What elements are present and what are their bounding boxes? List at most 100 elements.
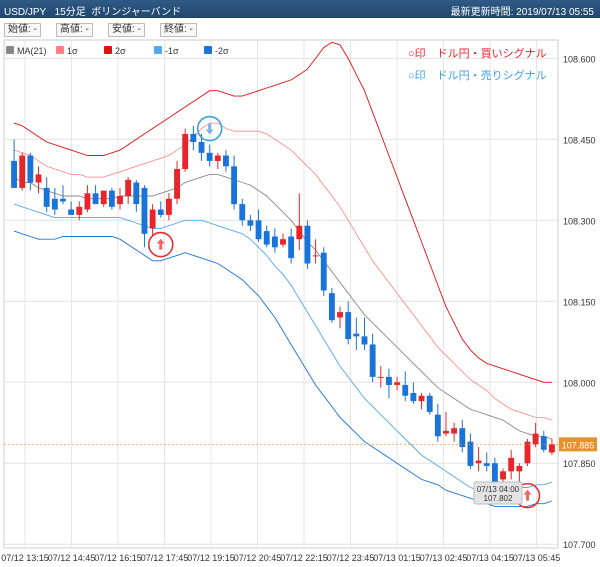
candle-body <box>100 190 107 205</box>
x-tick-label: 07/12 22:15 <box>280 553 328 563</box>
chart-svg: 108.600 108.450 108.300 108.150 108.000 107.8… <box>1 39 597 563</box>
candle-body <box>394 382 401 385</box>
candle-body <box>206 152 213 161</box>
candle-body <box>532 433 539 445</box>
candle-body <box>328 293 335 321</box>
candle-body <box>443 430 449 434</box>
candle-body <box>377 376 384 378</box>
x-tick-label: 07/13 04:15 <box>466 553 514 563</box>
candle-body <box>296 225 303 240</box>
cursor-time: 07/13 04:00 <box>477 485 520 494</box>
candle-body <box>68 209 75 215</box>
legend-label: -2σ <box>215 46 229 56</box>
candle-body <box>141 187 148 234</box>
legend-swatch <box>154 46 162 54</box>
candle-body <box>27 155 34 183</box>
candle-body <box>304 225 311 264</box>
candle-body <box>524 441 531 464</box>
legend-label: MA(21) <box>17 46 47 56</box>
candle-body <box>508 457 515 472</box>
legend-label: 2σ <box>115 46 126 56</box>
x-tick-label: 07/12 23:45 <box>327 553 375 563</box>
x-tick-label: 07/12 13:15 <box>1 553 49 563</box>
x-tick-label: 07/12 20:45 <box>234 553 282 563</box>
candle-body <box>500 471 506 480</box>
cursor-price: 107.802 <box>484 494 513 503</box>
candle-body <box>117 196 123 205</box>
candle-body <box>11 160 18 188</box>
candle-body <box>451 428 458 434</box>
candle-body <box>386 376 392 385</box>
candle-body <box>149 209 156 229</box>
y-tick-label: 107.850 <box>563 459 596 469</box>
plot-area <box>3 39 559 549</box>
candle-body <box>198 142 205 153</box>
candle-body <box>239 204 246 221</box>
candle-body <box>125 179 132 197</box>
y-tick-label: 108.600 <box>563 54 596 64</box>
candle-body <box>174 169 180 199</box>
candle-body <box>43 187 50 207</box>
candle-body <box>60 198 66 202</box>
y-tick-label: 108.000 <box>563 378 596 388</box>
y-tick-label: 108.150 <box>563 297 596 307</box>
buy-signal-legend: ○印 ドル円・買いシグナル <box>408 46 547 60</box>
candle-body <box>51 198 58 210</box>
x-tick-label: 07/13 05:45 <box>513 553 561 563</box>
candle-body <box>190 133 197 143</box>
sell-signal-legend: ○印 ドル円・売りシグナル <box>408 68 547 82</box>
x-tick-label: 07/13 02:45 <box>420 553 468 563</box>
candle-body <box>223 155 229 167</box>
candle-body <box>418 395 425 402</box>
candle-body <box>231 166 238 205</box>
candle-body <box>92 193 99 205</box>
candle-body <box>108 190 115 207</box>
candle-body <box>337 312 343 318</box>
legend-swatch <box>204 46 212 54</box>
candle-body <box>255 220 262 240</box>
candle-body <box>361 336 368 345</box>
candle-body <box>263 231 270 245</box>
candle-body <box>353 333 360 337</box>
y-tick-label: 107.700 <box>563 540 596 550</box>
x-tick-label: 07/12 14:45 <box>48 553 96 563</box>
candle-body <box>35 174 42 183</box>
y-tick-label: 108.450 <box>563 135 596 145</box>
candle-body <box>426 395 433 412</box>
candle-body <box>157 209 164 215</box>
x-tick-label: 07/12 19:15 <box>187 553 235 563</box>
candle-body <box>247 220 254 226</box>
candle-body <box>312 255 319 257</box>
candle-body <box>271 236 278 248</box>
x-tick-label: 07/12 17:45 <box>141 553 189 563</box>
legend-swatch <box>6 46 14 54</box>
candle-body <box>467 441 474 466</box>
legend-label: 1σ <box>67 46 78 56</box>
candle-body <box>548 444 555 453</box>
y-tick-label: 108.300 <box>563 216 596 226</box>
candle-body <box>345 312 352 340</box>
x-tick-label: 07/13 01:15 <box>373 553 421 563</box>
x-tick-label: 07/12 16:15 <box>94 553 142 563</box>
legend-swatch <box>104 46 112 54</box>
candle-body <box>434 414 441 437</box>
candle-body <box>19 155 26 188</box>
candle-body <box>540 436 547 450</box>
candle-body <box>288 236 295 259</box>
candle-body <box>133 182 140 205</box>
candle-body <box>369 344 376 377</box>
legend-swatch <box>56 46 64 54</box>
candle-body <box>516 465 523 472</box>
candle-body <box>320 252 327 291</box>
legend-label: -1σ <box>165 46 179 56</box>
candle-body <box>214 155 221 161</box>
candle-body <box>402 384 409 396</box>
candle-body <box>483 463 490 466</box>
candle-body <box>280 239 286 245</box>
candle-body <box>475 460 482 464</box>
candle-body <box>84 193 91 210</box>
candle-body <box>410 393 417 402</box>
current-price-label: 107.885 <box>562 440 595 450</box>
candle-body <box>76 206 83 215</box>
candle-body <box>182 133 189 170</box>
